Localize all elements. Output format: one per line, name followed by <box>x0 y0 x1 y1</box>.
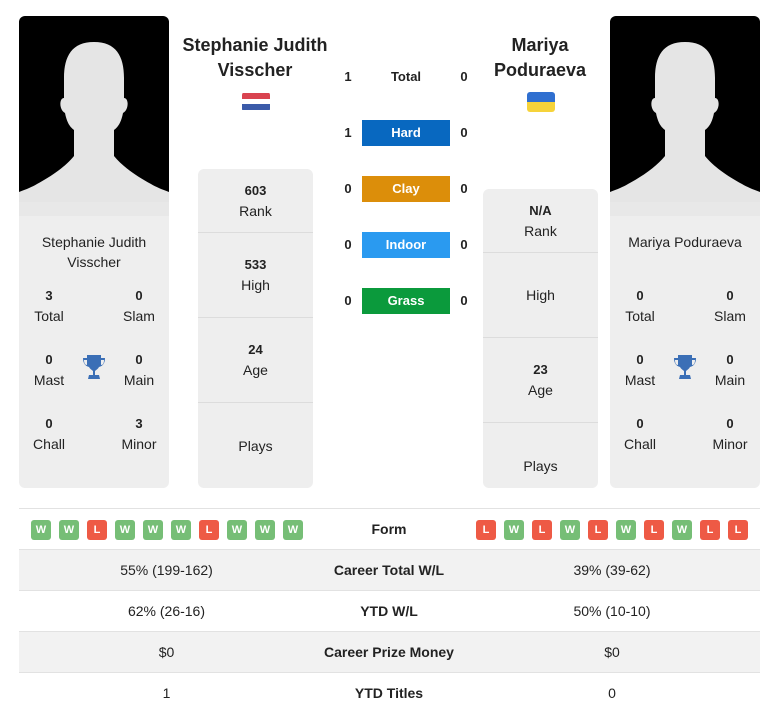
ytd-wl-label: YTD W/L <box>360 603 418 619</box>
player1-prize-money: $0 <box>158 644 175 660</box>
win-badge[interactable]: W <box>255 520 275 540</box>
player1-titles-minor: 3 Minor <box>121 416 157 452</box>
win-badge[interactable]: W <box>59 520 79 540</box>
player1-titles-main: 0 Main <box>123 352 155 388</box>
win-badge[interactable]: W <box>504 520 524 540</box>
h2h-player1-hard: 1 <box>344 125 352 140</box>
player1-name[interactable]: Stephanie Judith Visscher <box>175 33 335 83</box>
player2-ytd-titles: 0 <box>608 685 616 701</box>
loss-badge[interactable]: L <box>87 520 107 540</box>
loss-badge[interactable]: L <box>728 520 748 540</box>
player1-ytd-titles: 1 <box>162 685 171 701</box>
player2-titles-main: 0 Main <box>714 352 746 388</box>
silhouette-icon <box>19 42 169 216</box>
player1-ytd-wl: 62% (26-16) <box>127 603 206 619</box>
player2-stats-panel: N/A Rank High 23 Age Plays <box>483 189 598 488</box>
win-badge[interactable]: W <box>143 520 163 540</box>
win-badge[interactable]: W <box>115 520 135 540</box>
h2h-row-grass: 0 Grass 0 <box>335 288 475 314</box>
player2-ytd-wl: 50% (10-10) <box>573 603 651 619</box>
player2-career-wl: 39% (39-62) <box>573 562 651 578</box>
player1-titles-card: Stephanie Judith Visscher 3 Total 0 Slam… <box>19 216 169 488</box>
loss-badge[interactable]: L <box>644 520 664 540</box>
player2-name[interactable]: Mariya Poduraeva <box>470 33 610 83</box>
player2-titles-minor: 0 Minor <box>712 416 748 452</box>
player2-high: High <box>483 253 598 338</box>
player2-titles-mast: 0 Mast <box>624 352 656 388</box>
win-badge[interactable]: W <box>283 520 303 540</box>
career-wl-row: 55% (199-162) Career Total W/L 39% (39-6… <box>19 549 760 590</box>
loss-badge[interactable]: L <box>476 520 496 540</box>
h2h-player2-hard: 0 <box>460 125 468 140</box>
loss-badge[interactable]: L <box>588 520 608 540</box>
player2-prize-money: $0 <box>604 644 620 660</box>
player1-age: 24 Age <box>198 318 313 403</box>
h2h-player2-clay: 0 <box>460 181 468 196</box>
prize-money-row: $0 Career Prize Money $0 <box>19 631 760 672</box>
player1-form: WWLWWWLWWW <box>31 520 303 540</box>
win-badge[interactable]: W <box>616 520 636 540</box>
win-badge[interactable]: W <box>560 520 580 540</box>
silhouette-icon <box>610 42 760 216</box>
player1-titles-slam: 0 Slam <box>123 288 155 324</box>
surface-hard-label[interactable]: Hard <box>362 120 450 146</box>
win-badge[interactable]: W <box>672 520 692 540</box>
surface-clay-label[interactable]: Clay <box>362 176 450 202</box>
surface-indoor-label[interactable]: Indoor <box>362 232 450 258</box>
player2-rank: N/A Rank <box>483 189 598 253</box>
loss-badge[interactable]: L <box>532 520 552 540</box>
player1-titles-total: 3 Total <box>34 288 64 324</box>
player1-stats-panel: 603 Rank 533 High 24 Age Plays <box>198 169 313 488</box>
player2-titles-card: Mariya Poduraeva 0 Total 0 Slam 0 Mast 0… <box>610 216 760 488</box>
player2-plays: Plays <box>523 457 558 474</box>
netherlands-flag-icon <box>242 92 270 112</box>
ytd-titles-row: 1 YTD Titles 0 <box>19 672 760 713</box>
player2-form: LWLWLWLWLL <box>476 520 748 540</box>
player1-photo <box>19 16 169 216</box>
trophy-icon <box>674 355 696 379</box>
h2h-player1-total: 1 <box>344 69 352 84</box>
h2h-row-clay: 0 Clay 0 <box>335 176 475 202</box>
player1-titles-mast: 0 Mast <box>33 352 65 388</box>
h2h-player2-grass: 0 <box>460 293 468 308</box>
h2h-player1-grass: 0 <box>344 293 352 308</box>
player1-high: 533 High <box>198 233 313 318</box>
surface-grass-label[interactable]: Grass <box>362 288 450 314</box>
h2h-row-total: 1 Total 0 <box>335 64 475 90</box>
win-badge[interactable]: W <box>171 520 191 540</box>
player1-card-name: Stephanie Judith Visscher <box>41 234 147 270</box>
ukraine-flag-icon <box>527 92 555 112</box>
win-badge[interactable]: W <box>31 520 51 540</box>
h2h-player1-indoor: 0 <box>344 237 352 252</box>
player1-career-wl: 55% (199-162) <box>120 562 213 578</box>
player2-photo <box>610 16 760 216</box>
trophy-icon <box>83 355 105 379</box>
player2-titles-chall: 0 Chall <box>624 416 656 452</box>
player2-card-name: Mariya Poduraeva <box>628 234 742 250</box>
h2h-row-hard: 1 Hard 0 <box>335 120 475 146</box>
surface-total-label: Total <box>390 69 422 84</box>
h2h-player1-clay: 0 <box>344 181 352 196</box>
career-wl-label: Career Total W/L <box>333 562 445 578</box>
prize-money-label: Career Prize Money <box>324 644 454 660</box>
player2-titles-total: 0 Total <box>625 288 655 324</box>
form-label: Form <box>371 521 407 537</box>
ytd-wl-row: 62% (26-16) YTD W/L 50% (10-10) <box>19 590 760 631</box>
win-badge[interactable]: W <box>227 520 247 540</box>
player2-titles-slam: 0 Slam <box>714 288 746 324</box>
comparison-table: WWLWWWLWWW Form LWLWLWLWLL 55% (199-162)… <box>19 508 760 713</box>
form-row: WWLWWWLWWW Form LWLWLWLWLL <box>19 508 760 549</box>
player1-plays: Plays <box>238 437 273 454</box>
player1-rank: 603 Rank <box>198 169 313 233</box>
loss-badge[interactable]: L <box>199 520 219 540</box>
h2h-player2-indoor: 0 <box>460 237 468 252</box>
player2-age: 23 Age <box>483 338 598 423</box>
player1-titles-chall: 0 Chall <box>33 416 65 452</box>
ytd-titles-label: YTD Titles <box>354 685 424 701</box>
loss-badge[interactable]: L <box>700 520 720 540</box>
h2h-row-indoor: 0 Indoor 0 <box>335 232 475 258</box>
